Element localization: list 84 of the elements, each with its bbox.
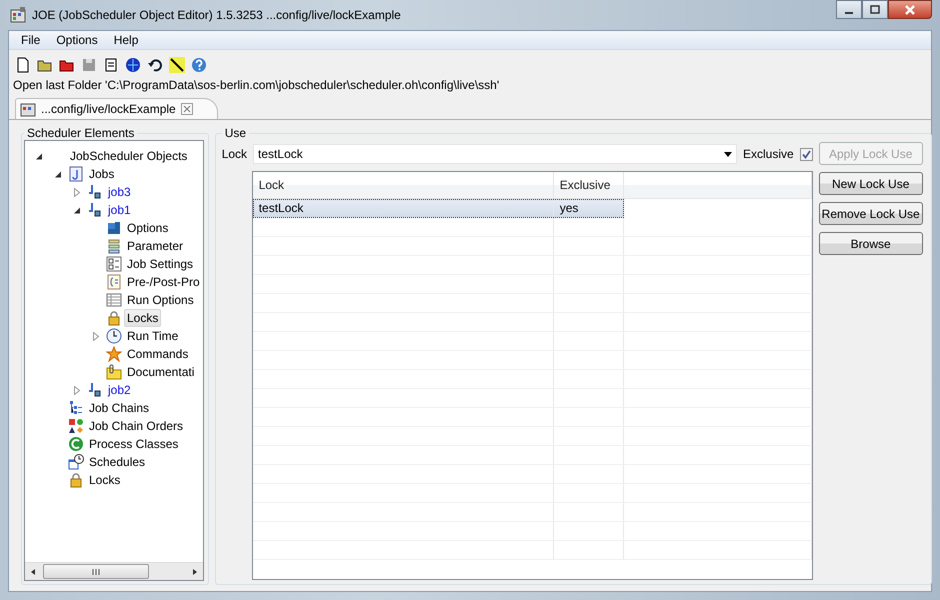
table-row[interactable]: testLock yes [252,199,624,218]
script-icon [106,274,122,290]
shapes-icon [68,418,84,434]
tree-item[interactable]: Options [124,219,172,237]
close-button[interactable] [888,0,932,19]
calendar-icon [68,454,84,470]
tree-item[interactable]: Pre-/Post-Pro [124,273,203,291]
tree-item[interactable]: Schedules [86,453,148,471]
checklist-icon [106,256,122,272]
clock-icon [106,328,122,344]
field-label: Lock [222,147,248,161]
expand-icon[interactable] [73,386,81,394]
horizontal-scrollbar[interactable] [25,562,203,580]
window-title: JOE (JobScheduler Object Editor) 1.5.3253 ...config/live/lockExample [32,8,401,22]
group-title: Use [224,126,248,140]
action-button[interactable]: New Lock Use [818,172,923,195]
tab-label: ...config/live/lockExample [41,102,176,116]
undo-icon[interactable] [147,57,163,73]
tree-item[interactable]: job1 [105,201,134,219]
tree-item[interactable]: Run Options [124,291,197,309]
tree-item[interactable]: Parameter [124,237,186,255]
status-text: Open last Folder 'C:\ProgramData\sos-berlin.com\jobscheduler\scheduler.oh\config\live\ssh' [12,77,500,94]
node-icon [87,184,103,200]
action-button[interactable]: Browse [818,232,923,255]
maximize-button[interactable] [862,0,888,19]
group-title: Scheduler Elements [26,126,136,140]
app-icon [10,7,26,23]
menu-item[interactable]: Options [50,33,104,47]
document-icon [68,166,84,182]
close-icon[interactable] [180,103,193,115]
table-cell: testLock [252,199,554,217]
star-icon [106,346,122,362]
circle-icon [68,436,84,452]
tree-item[interactable]: Commands [124,345,192,363]
exclusive-checkbox[interactable] [800,148,813,160]
node-icon [87,202,103,218]
grip-icon [91,568,101,574]
collapse-icon[interactable] [35,152,43,160]
editor-tab[interactable]: ...config/live/lockExample [15,98,218,119]
collapse-icon[interactable] [73,206,81,214]
tree-item[interactable]: Job Chain Orders [86,417,186,435]
tree-item[interactable]: Job Settings [124,255,196,273]
minimize-button[interactable] [836,0,862,19]
squares-icon [106,220,122,236]
app-icon [20,101,36,117]
tree-item[interactable]: Run Time [124,327,182,345]
collapse-icon[interactable] [54,170,62,178]
lock-dropdown[interactable]: testLock [253,144,737,164]
table-icon [106,292,122,308]
close-icon [904,4,916,14]
column-header[interactable]: Lock [252,172,554,198]
tree-item[interactable]: JobScheduler Objects [67,147,190,165]
lock-icon [68,472,84,488]
tree-item[interactable]: Jobs [86,165,118,183]
checkbox-label: Exclusive [743,147,794,161]
tree-item[interactable]: Process Classes [86,435,182,453]
tree-item[interactable]: job2 [105,381,134,399]
action-button[interactable]: Remove Lock Use [818,202,923,225]
list-icon [106,238,122,254]
tree-item[interactable]: Job Chains [86,399,152,417]
globe-icon[interactable] [125,57,141,73]
minimize-icon [845,12,853,14]
wand-icon[interactable] [169,57,185,73]
lock-icon [106,310,122,326]
folder-icon [106,364,122,380]
hierarchy-icon [68,400,84,416]
column-header[interactable]: Exclusive [554,172,624,198]
tree-item[interactable]: Locks [86,471,124,489]
scroll-right-icon[interactable] [190,568,199,576]
tree-item[interactable]: job3 [105,183,134,201]
help-icon[interactable] [191,57,207,73]
node-icon [87,382,103,398]
scroll-left-icon[interactable] [29,568,37,576]
table-cell: yes [554,199,624,217]
menu-item[interactable]: Help [108,33,144,47]
maximize-icon [870,4,880,14]
menu-item[interactable]: File [15,33,46,47]
expand-icon[interactable] [92,332,100,340]
tree-item[interactable]: Documentati [124,363,198,381]
document-icon[interactable] [103,57,119,73]
tree-item[interactable]: Locks [124,309,162,327]
dropdown-arrow-icon[interactable] [724,152,732,156]
new-file-icon[interactable] [15,57,31,73]
expand-icon[interactable] [73,188,81,196]
